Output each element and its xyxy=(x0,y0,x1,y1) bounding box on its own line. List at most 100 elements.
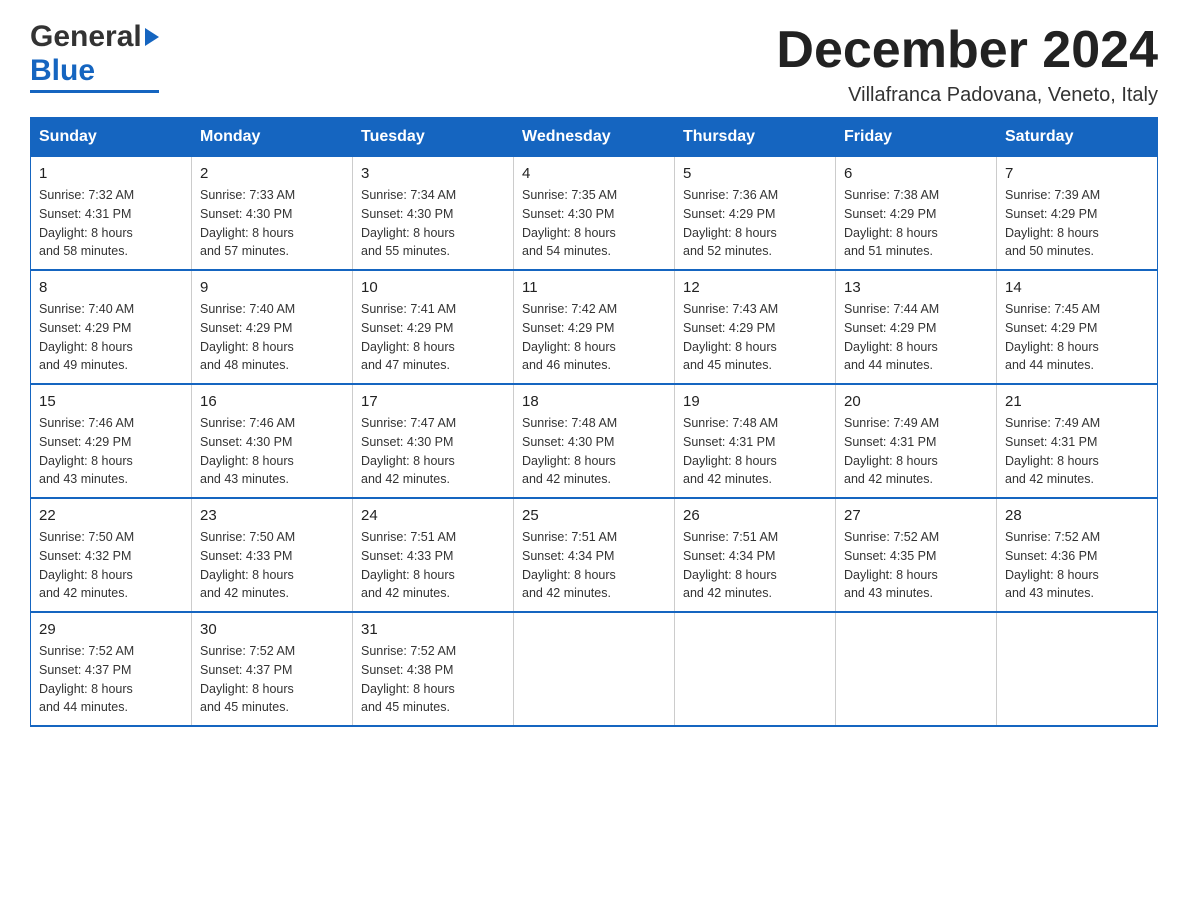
day-info: Sunrise: 7:52 AMSunset: 4:37 PMDaylight:… xyxy=(200,642,344,717)
day-number: 7 xyxy=(1005,165,1149,182)
calendar-cell xyxy=(675,612,836,726)
calendar-cell xyxy=(836,612,997,726)
calendar-cell: 6 Sunrise: 7:38 AMSunset: 4:29 PMDayligh… xyxy=(836,157,997,271)
logo: General Blue xyxy=(30,20,159,93)
calendar-cell: 20 Sunrise: 7:49 AMSunset: 4:31 PMDaylig… xyxy=(836,384,997,498)
day-info: Sunrise: 7:46 AMSunset: 4:30 PMDaylight:… xyxy=(200,414,344,489)
calendar-header-row: SundayMondayTuesdayWednesdayThursdayFrid… xyxy=(31,118,1158,157)
day-info: Sunrise: 7:42 AMSunset: 4:29 PMDaylight:… xyxy=(522,300,666,375)
day-number: 5 xyxy=(683,165,827,182)
day-number: 22 xyxy=(39,507,183,524)
day-info: Sunrise: 7:38 AMSunset: 4:29 PMDaylight:… xyxy=(844,186,988,261)
day-number: 3 xyxy=(361,165,505,182)
day-number: 20 xyxy=(844,393,988,410)
day-number: 24 xyxy=(361,507,505,524)
day-number: 18 xyxy=(522,393,666,410)
calendar-cell: 1 Sunrise: 7:32 AMSunset: 4:31 PMDayligh… xyxy=(31,157,192,271)
day-number: 28 xyxy=(1005,507,1149,524)
calendar-cell xyxy=(514,612,675,726)
day-info: Sunrise: 7:51 AMSunset: 4:34 PMDaylight:… xyxy=(683,528,827,603)
day-info: Sunrise: 7:48 AMSunset: 4:30 PMDaylight:… xyxy=(522,414,666,489)
day-number: 14 xyxy=(1005,279,1149,296)
day-number: 12 xyxy=(683,279,827,296)
calendar-cell: 18 Sunrise: 7:48 AMSunset: 4:30 PMDaylig… xyxy=(514,384,675,498)
calendar-cell: 21 Sunrise: 7:49 AMSunset: 4:31 PMDaylig… xyxy=(997,384,1158,498)
calendar-cell: 2 Sunrise: 7:33 AMSunset: 4:30 PMDayligh… xyxy=(192,157,353,271)
day-number: 29 xyxy=(39,621,183,638)
day-number: 4 xyxy=(522,165,666,182)
day-info: Sunrise: 7:40 AMSunset: 4:29 PMDaylight:… xyxy=(39,300,183,375)
day-number: 31 xyxy=(361,621,505,638)
day-number: 2 xyxy=(200,165,344,182)
day-info: Sunrise: 7:41 AMSunset: 4:29 PMDaylight:… xyxy=(361,300,505,375)
calendar-cell: 11 Sunrise: 7:42 AMSunset: 4:29 PMDaylig… xyxy=(514,270,675,384)
calendar-cell: 13 Sunrise: 7:44 AMSunset: 4:29 PMDaylig… xyxy=(836,270,997,384)
location-text: Villafranca Padovana, Veneto, Italy xyxy=(776,84,1158,107)
calendar-cell: 9 Sunrise: 7:40 AMSunset: 4:29 PMDayligh… xyxy=(192,270,353,384)
day-info: Sunrise: 7:51 AMSunset: 4:34 PMDaylight:… xyxy=(522,528,666,603)
calendar-cell: 25 Sunrise: 7:51 AMSunset: 4:34 PMDaylig… xyxy=(514,498,675,612)
day-number: 6 xyxy=(844,165,988,182)
weekday-header-wednesday: Wednesday xyxy=(514,118,675,157)
day-number: 30 xyxy=(200,621,344,638)
day-info: Sunrise: 7:39 AMSunset: 4:29 PMDaylight:… xyxy=(1005,186,1149,261)
page-header: General Blue December 2024 Villafranca P… xyxy=(30,20,1158,107)
day-number: 17 xyxy=(361,393,505,410)
day-number: 19 xyxy=(683,393,827,410)
day-number: 13 xyxy=(844,279,988,296)
calendar-week-row: 22 Sunrise: 7:50 AMSunset: 4:32 PMDaylig… xyxy=(31,498,1158,612)
day-info: Sunrise: 7:52 AMSunset: 4:38 PMDaylight:… xyxy=(361,642,505,717)
day-info: Sunrise: 7:52 AMSunset: 4:36 PMDaylight:… xyxy=(1005,528,1149,603)
calendar-cell: 4 Sunrise: 7:35 AMSunset: 4:30 PMDayligh… xyxy=(514,157,675,271)
calendar-cell: 8 Sunrise: 7:40 AMSunset: 4:29 PMDayligh… xyxy=(31,270,192,384)
weekday-header-thursday: Thursday xyxy=(675,118,836,157)
day-number: 25 xyxy=(522,507,666,524)
day-number: 23 xyxy=(200,507,344,524)
calendar-cell xyxy=(997,612,1158,726)
logo-triangle-icon xyxy=(145,28,159,46)
calendar-cell: 30 Sunrise: 7:52 AMSunset: 4:37 PMDaylig… xyxy=(192,612,353,726)
day-info: Sunrise: 7:51 AMSunset: 4:33 PMDaylight:… xyxy=(361,528,505,603)
day-info: Sunrise: 7:48 AMSunset: 4:31 PMDaylight:… xyxy=(683,414,827,489)
calendar-cell: 24 Sunrise: 7:51 AMSunset: 4:33 PMDaylig… xyxy=(353,498,514,612)
day-number: 11 xyxy=(522,279,666,296)
calendar-cell: 23 Sunrise: 7:50 AMSunset: 4:33 PMDaylig… xyxy=(192,498,353,612)
weekday-header-friday: Friday xyxy=(836,118,997,157)
day-info: Sunrise: 7:47 AMSunset: 4:30 PMDaylight:… xyxy=(361,414,505,489)
day-number: 10 xyxy=(361,279,505,296)
calendar-cell: 10 Sunrise: 7:41 AMSunset: 4:29 PMDaylig… xyxy=(353,270,514,384)
day-info: Sunrise: 7:46 AMSunset: 4:29 PMDaylight:… xyxy=(39,414,183,489)
title-area: December 2024 Villafranca Padovana, Vene… xyxy=(776,20,1158,107)
calendar-cell: 19 Sunrise: 7:48 AMSunset: 4:31 PMDaylig… xyxy=(675,384,836,498)
day-info: Sunrise: 7:35 AMSunset: 4:30 PMDaylight:… xyxy=(522,186,666,261)
calendar-week-row: 15 Sunrise: 7:46 AMSunset: 4:29 PMDaylig… xyxy=(31,384,1158,498)
weekday-header-monday: Monday xyxy=(192,118,353,157)
day-info: Sunrise: 7:44 AMSunset: 4:29 PMDaylight:… xyxy=(844,300,988,375)
month-title: December 2024 xyxy=(776,20,1158,80)
day-info: Sunrise: 7:43 AMSunset: 4:29 PMDaylight:… xyxy=(683,300,827,375)
calendar-cell: 14 Sunrise: 7:45 AMSunset: 4:29 PMDaylig… xyxy=(997,270,1158,384)
day-number: 21 xyxy=(1005,393,1149,410)
calendar-cell: 15 Sunrise: 7:46 AMSunset: 4:29 PMDaylig… xyxy=(31,384,192,498)
logo-general-text: General xyxy=(30,20,142,54)
day-info: Sunrise: 7:49 AMSunset: 4:31 PMDaylight:… xyxy=(844,414,988,489)
day-info: Sunrise: 7:34 AMSunset: 4:30 PMDaylight:… xyxy=(361,186,505,261)
day-info: Sunrise: 7:50 AMSunset: 4:33 PMDaylight:… xyxy=(200,528,344,603)
day-info: Sunrise: 7:52 AMSunset: 4:35 PMDaylight:… xyxy=(844,528,988,603)
day-info: Sunrise: 7:32 AMSunset: 4:31 PMDaylight:… xyxy=(39,186,183,261)
day-info: Sunrise: 7:52 AMSunset: 4:37 PMDaylight:… xyxy=(39,642,183,717)
calendar-cell: 17 Sunrise: 7:47 AMSunset: 4:30 PMDaylig… xyxy=(353,384,514,498)
calendar-table: SundayMondayTuesdayWednesdayThursdayFrid… xyxy=(30,117,1158,727)
weekday-header-saturday: Saturday xyxy=(997,118,1158,157)
weekday-header-sunday: Sunday xyxy=(31,118,192,157)
calendar-week-row: 1 Sunrise: 7:32 AMSunset: 4:31 PMDayligh… xyxy=(31,157,1158,271)
day-info: Sunrise: 7:50 AMSunset: 4:32 PMDaylight:… xyxy=(39,528,183,603)
day-info: Sunrise: 7:33 AMSunset: 4:30 PMDaylight:… xyxy=(200,186,344,261)
day-info: Sunrise: 7:45 AMSunset: 4:29 PMDaylight:… xyxy=(1005,300,1149,375)
calendar-cell: 29 Sunrise: 7:52 AMSunset: 4:37 PMDaylig… xyxy=(31,612,192,726)
day-number: 1 xyxy=(39,165,183,182)
day-number: 27 xyxy=(844,507,988,524)
calendar-cell: 28 Sunrise: 7:52 AMSunset: 4:36 PMDaylig… xyxy=(997,498,1158,612)
calendar-cell: 31 Sunrise: 7:52 AMSunset: 4:38 PMDaylig… xyxy=(353,612,514,726)
day-info: Sunrise: 7:36 AMSunset: 4:29 PMDaylight:… xyxy=(683,186,827,261)
